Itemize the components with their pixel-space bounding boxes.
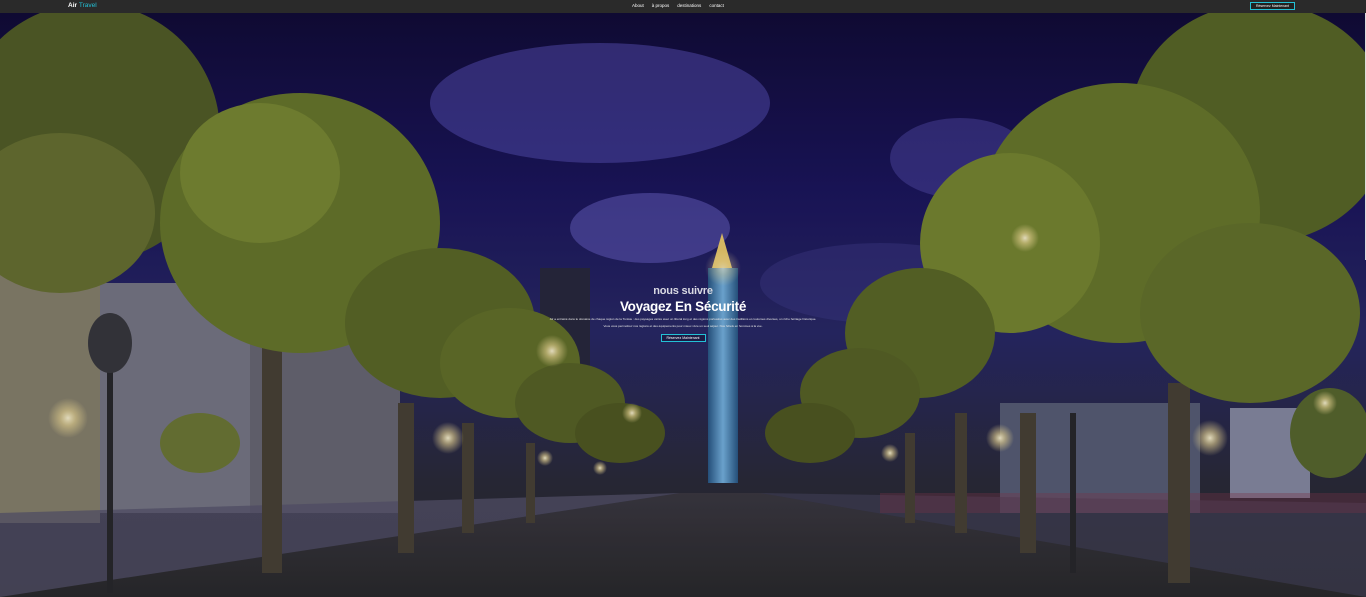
nav-link-contact[interactable]: contact xyxy=(709,3,724,9)
nav-book-button[interactable]: Réservez Maintenant xyxy=(1250,2,1295,10)
hero-section: nous suivre Voyagez En Sécurité Air a en… xyxy=(0,13,1366,597)
hero-content: nous suivre Voyagez En Sécurité Air a en… xyxy=(0,285,1366,347)
hero-description-line-1: Air a entrainé dans le domaine de chaque… xyxy=(549,317,817,321)
top-navbar: Air Travel About à propos destinations c… xyxy=(0,0,1366,13)
page: Air Travel About à propos destinations c… xyxy=(0,0,1366,597)
hero-title: Voyagez En Sécurité xyxy=(619,299,747,314)
nav-link-destinations[interactable]: destinations xyxy=(677,3,701,9)
site-logo[interactable]: Air Travel xyxy=(68,2,97,10)
hero-book-button[interactable]: Réservez Maintenant xyxy=(660,334,706,342)
nav-links: About à propos destinations contact xyxy=(632,3,724,9)
logo-main-text: Air xyxy=(68,2,78,9)
logo-accent-text: Travel xyxy=(78,2,97,9)
nav-link-about[interactable]: About xyxy=(632,3,644,9)
nav-link-a-propos[interactable]: à propos xyxy=(652,3,670,9)
hero-kicker: nous suivre xyxy=(653,285,713,297)
hero-description-line-2: Vous vous permettrez nos régions et des … xyxy=(603,324,763,328)
